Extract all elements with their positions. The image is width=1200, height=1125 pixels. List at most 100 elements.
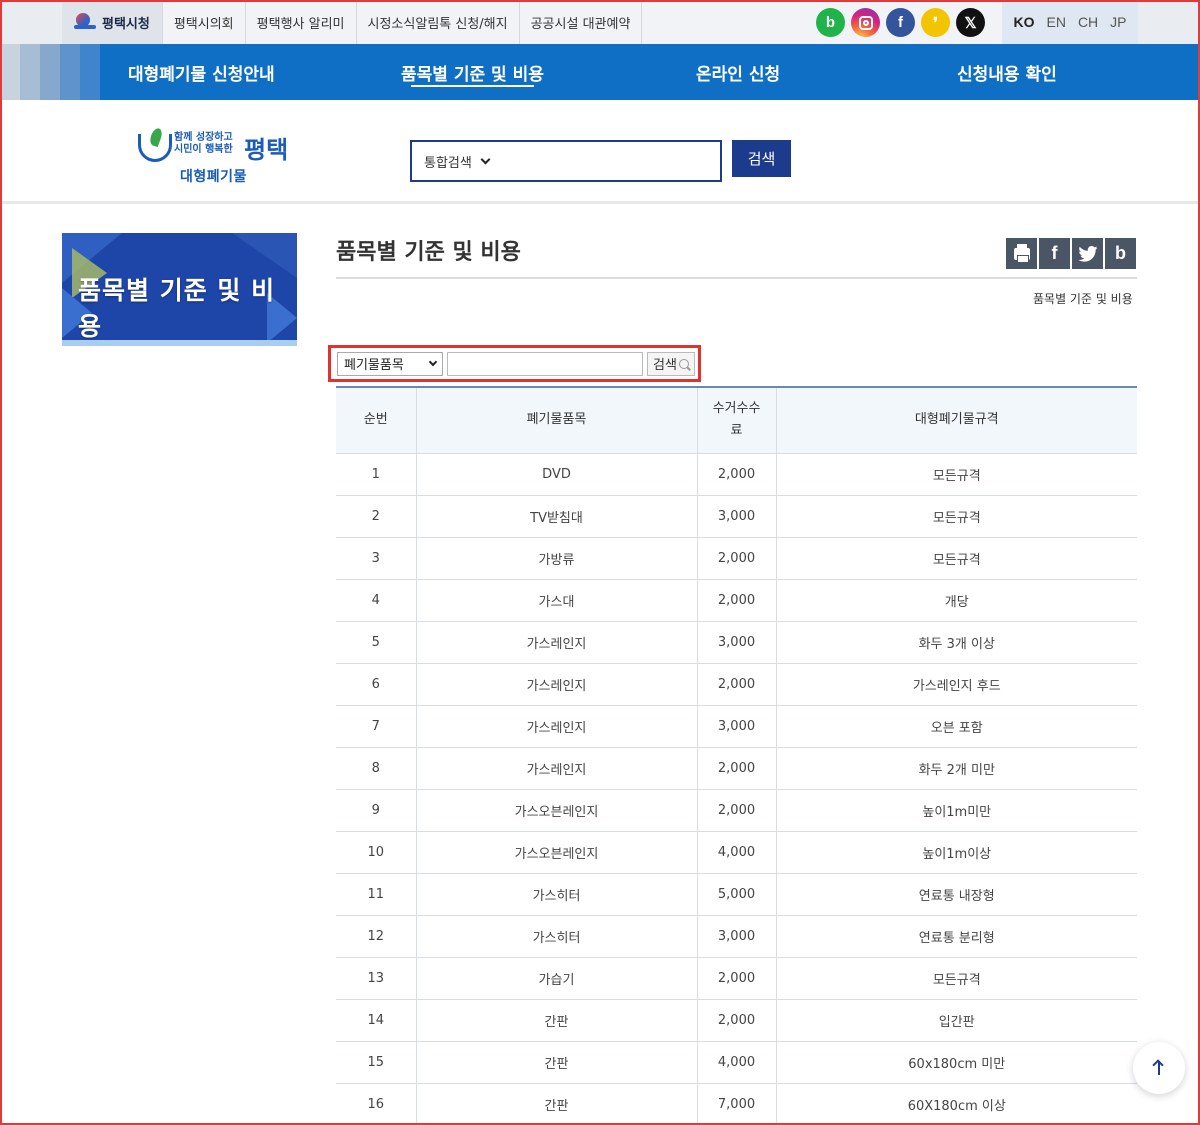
top-link-event-alert[interactable]: 평택행사 알리미 [246, 0, 357, 44]
cell-fee: 3,000 [696, 494, 777, 538]
global-search-box[interactable]: 통합검색 [410, 140, 722, 182]
top-links: 평택시청 평택시의회 평택행사 알리미 시정소식알림톡 신청/해지 공공시설 대… [62, 0, 643, 44]
cell-item: 가스레인지 [415, 662, 698, 706]
table-row: 16 간판 7,000 60X180cm 이상 [336, 1082, 1137, 1125]
cell-no: 2 [336, 494, 417, 538]
table-row: 2 TV받침대 3,000 모든규격 [336, 494, 1137, 538]
col-header-fee: 수거수수 료 [696, 387, 777, 454]
cell-item: 가스히터 [415, 914, 698, 958]
blog-icon[interactable]: b [1105, 238, 1136, 269]
cell-item: 가스오븐레인지 [415, 830, 698, 874]
facebook-icon[interactable]: f [886, 8, 915, 37]
cell-fee: 5,000 [696, 872, 777, 916]
lang-en[interactable]: EN [1046, 14, 1065, 30]
table-row: 1 DVD 2,000 모든규격 [336, 452, 1137, 496]
cell-item: 가스레인지 [415, 620, 698, 664]
fee-table: 순번 폐기물품목 수거수수 료 대형폐기물규격 1 DVD 2,000 모든규격 2 TV받… [336, 386, 1137, 1125]
nav-item-criteria[interactable]: 품목별 기준 및 비용 [401, 44, 544, 100]
cell-fee: 2,000 [696, 788, 777, 832]
cell-fee: 2,000 [696, 662, 777, 706]
breadcrumb: 품목별 기준 및 비용 [1033, 292, 1133, 306]
lang-ko[interactable]: KO [1013, 14, 1034, 30]
cell-spec: 높이1m이상 [775, 830, 1137, 874]
cell-item: DVD [415, 452, 698, 496]
page-title: 품목별 기준 및 비용 [336, 240, 521, 265]
facebook-icon[interactable]: f [1039, 238, 1070, 269]
table-row: 7 가스레인지 3,000 오븐 포함 [336, 704, 1137, 748]
logo-leaf-icon [138, 134, 172, 162]
cell-fee: 4,000 [696, 830, 777, 874]
nav-decor-stripes [0, 44, 100, 100]
search-category-value: 통합검색 [424, 155, 472, 171]
logo-slogan: 함께 성장하고 시민이 행복한 [174, 132, 233, 156]
filter-search-button[interactable]: 검색 [647, 351, 695, 376]
logo-slogan-line2: 시민이 행복한 [174, 144, 233, 155]
cell-item: 가스레인지 [415, 746, 698, 790]
global-search-button[interactable]: 검색 [732, 140, 791, 177]
share-buttons: f b [1006, 238, 1136, 269]
site-header: 함께 성장하고 시민이 행복한 평택 대형폐기물 통합검색 검색 [0, 100, 1200, 204]
cell-fee: 2,000 [696, 746, 777, 790]
table-row: 6 가스레인지 2,000 가스레인지 후드 [336, 662, 1137, 706]
item-search-filter: 폐기물품목 검색 [328, 345, 701, 382]
nav-item-check-application[interactable]: 신청내용 확인 [957, 44, 1057, 100]
table-row: 8 가스레인지 2,000 화두 2개 미만 [336, 746, 1137, 790]
arrow-up-icon [1158, 1061, 1160, 1075]
lang-ch[interactable]: CH [1078, 14, 1098, 30]
filter-field-select[interactable]: 폐기물품목 [337, 351, 443, 376]
printer-glyph [1013, 243, 1030, 263]
side-banner: 품목별 기준 및 비용 [62, 233, 297, 346]
blog-icon[interactable]: b [816, 8, 845, 37]
print-icon[interactable] [1006, 238, 1037, 269]
nav-item-guide[interactable]: 대형폐기물 신청안내 [128, 44, 275, 100]
search-category-select[interactable]: 통합검색 [424, 152, 491, 171]
cell-no: 13 [336, 956, 417, 1000]
cell-fee: 7,000 [696, 1082, 777, 1125]
city-logo-icon [74, 11, 96, 33]
table-header-row: 순번 폐기물품목 수거수수 료 대형폐기물규격 [336, 387, 1137, 454]
cell-item: 가습기 [415, 956, 698, 1000]
cell-spec: 모든규격 [775, 536, 1137, 580]
cell-item: 간판 [415, 998, 698, 1042]
cell-no: 15 [336, 1040, 417, 1084]
nav-item-online-apply[interactable]: 온라인 신청 [696, 44, 780, 100]
sns-links: b f ❜ 𝕏 [816, 8, 985, 37]
cell-spec: 화두 2개 미만 [775, 746, 1137, 790]
search-icon [678, 358, 689, 369]
main-nav: 대형폐기물 신청안내 품목별 기준 및 비용 온라인 신청 신청내용 확인 [0, 44, 1200, 100]
top-link-alimtalk[interactable]: 시정소식알림톡 신청/해지 [357, 0, 520, 44]
cell-spec: 개당 [775, 578, 1137, 622]
table-row: 14 간판 2,000 입간판 [336, 998, 1137, 1042]
table-row: 9 가스오븐레인지 2,000 높이1m미만 [336, 788, 1137, 832]
title-divider [336, 277, 1137, 279]
side-banner-title: 품목별 기준 및 비용 [78, 276, 276, 341]
chevron-down-icon [428, 357, 438, 366]
site-logo[interactable]: 함께 성장하고 시민이 행복한 평택 대형폐기물 [134, 128, 294, 188]
cell-item: TV받침대 [415, 494, 698, 538]
cell-fee: 2,000 [696, 452, 777, 496]
twitter-glyph [1077, 245, 1098, 262]
logo-slogan-line1: 함께 성장하고 [174, 132, 233, 143]
filter-search-label: 검색 [653, 358, 677, 373]
cell-fee: 2,000 [696, 578, 777, 622]
twitter-icon[interactable] [1072, 238, 1103, 269]
cell-item: 가스레인지 [415, 704, 698, 748]
cell-no: 11 [336, 872, 417, 916]
top-link-facility-reservation[interactable]: 공공시설 대관예약 [520, 0, 643, 44]
filter-keyword-input[interactable] [447, 351, 643, 376]
lang-jp[interactable]: JP [1110, 14, 1126, 30]
cell-spec: 60X180cm 이상 [775, 1082, 1137, 1125]
table-row: 12 가스히터 3,000 연료통 분리형 [336, 914, 1137, 958]
top-utility-bar: 평택시청 평택시의회 평택행사 알리미 시정소식알림톡 신청/해지 공공시설 대… [0, 0, 1200, 44]
cell-spec: 모든규격 [775, 494, 1137, 538]
table-row: 5 가스레인지 3,000 화두 3개 이상 [336, 620, 1137, 664]
top-link-city-hall[interactable]: 평택시청 [62, 0, 163, 44]
x-icon[interactable]: 𝕏 [956, 8, 985, 37]
kakaostory-icon[interactable]: ❜ [921, 8, 950, 37]
top-utility-inner: 평택시청 평택시의회 평택행사 알리미 시정소식알림톡 신청/해지 공공시설 대… [62, 0, 1138, 44]
cell-spec: 모든규격 [775, 452, 1137, 496]
instagram-glyph [858, 15, 873, 30]
scroll-to-top-button[interactable] [1133, 1042, 1185, 1094]
instagram-icon[interactable] [851, 8, 880, 37]
top-link-city-council[interactable]: 평택시의회 [163, 0, 246, 44]
